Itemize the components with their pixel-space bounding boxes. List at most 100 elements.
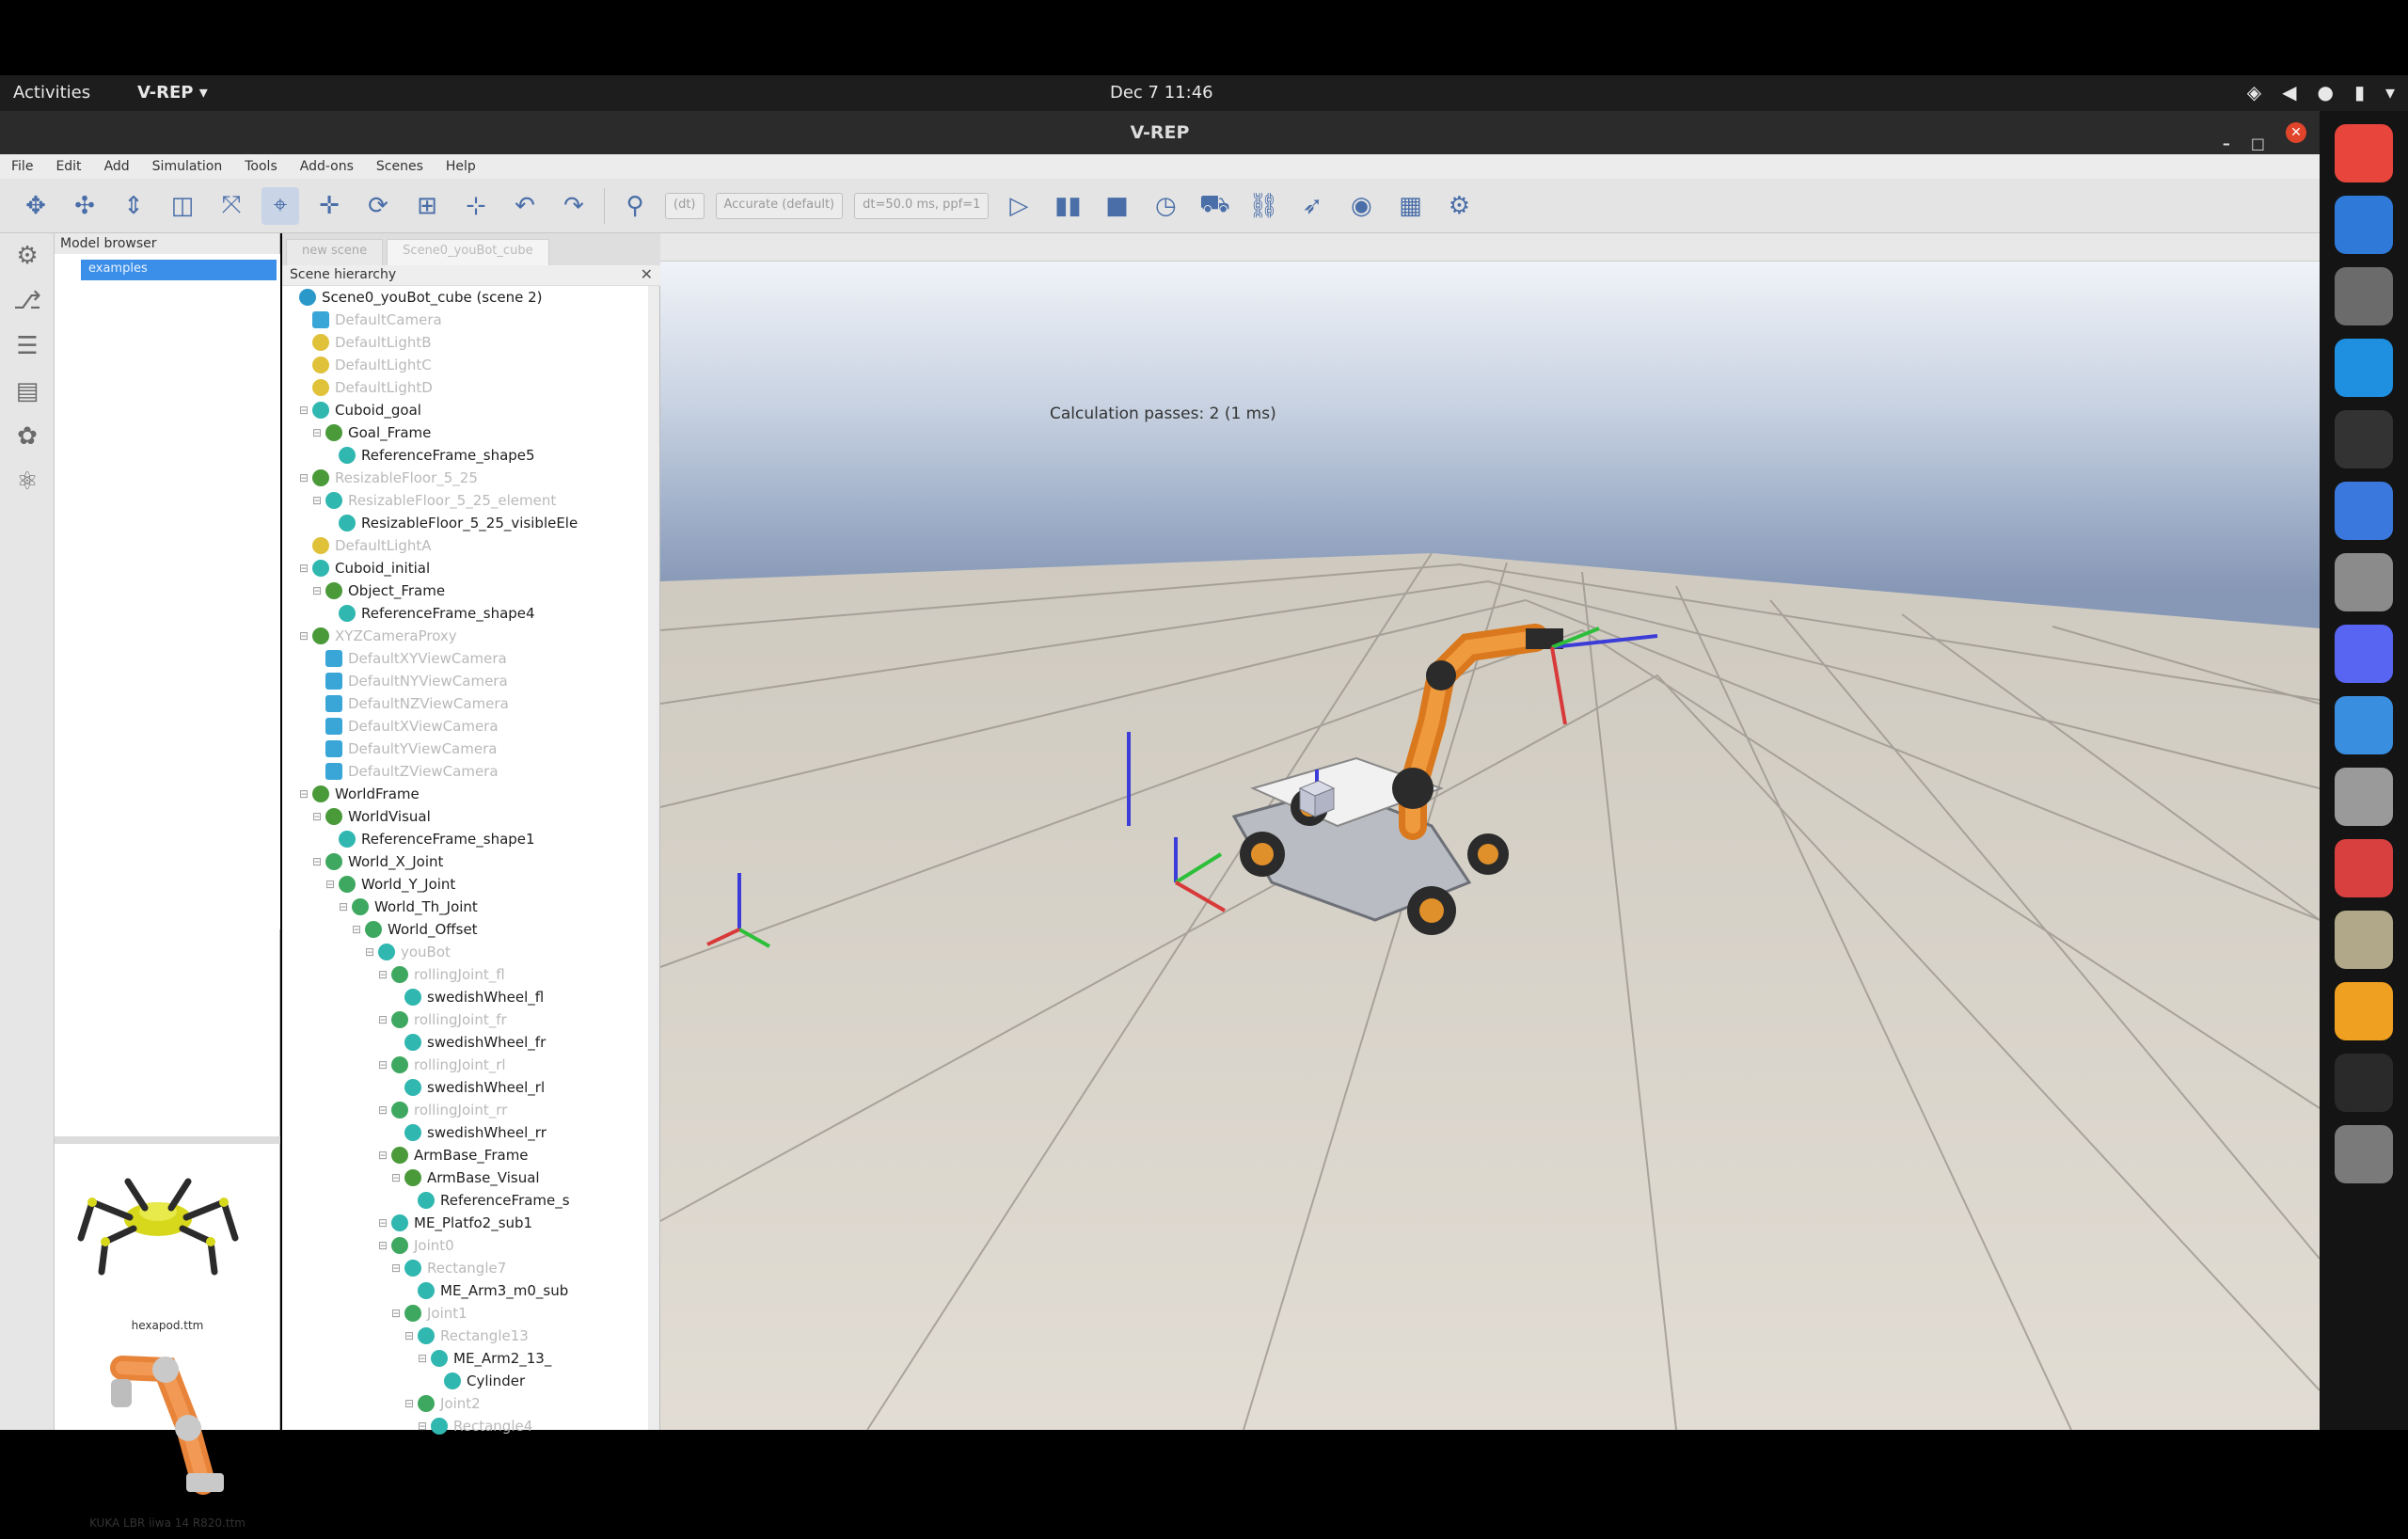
model-browser-icon[interactable]: ⎇ (0, 278, 55, 324)
tree-item[interactable]: ⊟ ME_Platfo2_sub1 (282, 1212, 660, 1234)
tree-item[interactable]: ⊟ rollingJoint_rl (282, 1054, 660, 1076)
menu-help[interactable]: Help (446, 154, 476, 179)
expand-toggle-icon[interactable]: ⊟ (312, 494, 325, 507)
close-button[interactable]: ✕ (2286, 122, 2306, 143)
settings-icon[interactable] (2335, 267, 2393, 325)
tree-item[interactable]: ⊟ Joint0 (282, 1234, 660, 1257)
tree-item[interactable]: ⊟ ME_Arm2_13_ (282, 1347, 660, 1370)
tree-item[interactable]: DefaultYViewCamera (282, 738, 660, 760)
tree-item[interactable]: ⊟ ResizableFloor_5_25_element (282, 489, 660, 512)
engine-settings-icon[interactable]: ⚲ (616, 187, 654, 225)
transfer-dna-icon[interactable]: ⊹ (457, 187, 495, 225)
tree-item[interactable]: ⊟ Joint2 (282, 1392, 660, 1415)
accuracy-select[interactable]: Accurate (default) (715, 192, 844, 219)
tree-item[interactable]: ⊟ ResizableFloor_5_25 (282, 467, 660, 489)
scene-properties-icon[interactable]: ⚙ (0, 233, 55, 278)
expand-toggle-icon[interactable]: ⊟ (325, 878, 339, 891)
system-tray[interactable]: ◈ ◀ ● ▮ ▾ (2247, 81, 2395, 103)
fit-view-icon[interactable]: ⤧ (213, 187, 250, 225)
model-folder-examples[interactable]: examples (81, 260, 277, 280)
expand-toggle-icon[interactable]: ⊟ (365, 945, 378, 959)
engine-select[interactable]: (dt) (665, 192, 705, 219)
model-browser-tree[interactable]: examples (55, 254, 280, 929)
tree-item[interactable]: ReferenceFrame_shape4 (282, 602, 660, 625)
search-icon[interactable] (2335, 768, 2393, 826)
discord-icon[interactable] (2335, 625, 2393, 683)
clock[interactable]: Dec 7 11:46 (1110, 83, 1213, 103)
expand-toggle-icon[interactable]: ⊟ (378, 1058, 391, 1071)
expand-toggle-icon[interactable]: ⊟ (378, 968, 391, 981)
tree-item[interactable]: ⊟ rollingJoint_rr (282, 1099, 660, 1121)
expand-toggle-icon[interactable]: ⊟ (299, 787, 312, 801)
stop-icon[interactable]: ■ (1098, 187, 1135, 225)
menu-scenes[interactable]: Scenes (376, 154, 423, 179)
tree-item[interactable]: DefaultZViewCamera (282, 760, 660, 783)
activities-button[interactable]: Activities (13, 83, 90, 103)
tree-item[interactable]: ⊟ XYZCameraProxy (282, 625, 660, 647)
redo-icon[interactable]: ↷ (555, 187, 593, 225)
expand-toggle-icon[interactable]: ⊟ (299, 471, 312, 484)
pause-icon[interactable]: ▮▮ (1049, 187, 1086, 225)
tree-item[interactable]: ⊟ WorldVisual (282, 805, 660, 828)
realtime-icon[interactable]: ◷ (1147, 187, 1184, 225)
tree-item[interactable]: DefaultNZViewCamera (282, 692, 660, 715)
tree-item[interactable]: ⊟ rollingJoint_fl (282, 963, 660, 986)
files-icon[interactable] (2335, 553, 2393, 611)
expand-toggle-icon[interactable]: ⊟ (352, 923, 365, 936)
expand-toggle-icon[interactable]: ⊟ (312, 426, 325, 439)
scene-tree[interactable]: Scene0_youBot_cube (scene 2) DefaultCamer… (282, 286, 660, 1437)
camera-shift-icon[interactable]: ⇕ (115, 187, 152, 225)
camera-pan-icon[interactable]: ✥ (17, 187, 55, 225)
drive-icon[interactable] (2335, 1125, 2393, 1183)
tree-item[interactable]: ReferenceFrame_shape5 (282, 444, 660, 467)
expand-toggle-icon[interactable]: ⊟ (378, 1013, 391, 1026)
expand-toggle-icon[interactable]: ⊟ (378, 1149, 391, 1162)
expand-toggle-icon[interactable]: ⊟ (404, 1329, 418, 1342)
menu-edit[interactable]: Edit (55, 154, 81, 179)
camera-rotate-icon[interactable]: ✣ (66, 187, 103, 225)
tree-item[interactable]: ⊟ World_Y_Joint (282, 873, 660, 896)
tree-item[interactable]: DefaultLightD (282, 376, 660, 399)
tab-new-scene[interactable]: new scene (286, 239, 384, 265)
menu-addons[interactable]: Add-ons (300, 154, 354, 179)
view-selector-icon[interactable]: ⚙ (1440, 187, 1478, 225)
tree-item[interactable]: ME_Arm3_m0_sub (282, 1279, 660, 1302)
expand-toggle-icon[interactable]: ⊟ (299, 404, 312, 417)
tree-item[interactable]: ⊟ World_Offset (282, 918, 660, 941)
calendar-icon[interactable] (2335, 839, 2393, 897)
tree-item[interactable]: DefaultLightA (282, 534, 660, 557)
terminal-icon[interactable] (2335, 410, 2393, 468)
expand-toggle-icon[interactable]: ⊟ (378, 1239, 391, 1252)
expand-toggle-icon[interactable]: ⊟ (404, 1397, 418, 1410)
tree-item[interactable]: ⊟ rollingJoint_fr (282, 1008, 660, 1031)
speed-icon[interactable]: ➶ (1293, 187, 1331, 225)
3d-viewport[interactable]: Calculation passes: 2 (1 ms) (660, 262, 2320, 1430)
tree-item[interactable]: ⊟ Cuboid_goal (282, 399, 660, 421)
expand-toggle-icon[interactable]: ⊟ (418, 1352, 431, 1365)
tree-item[interactable]: swedishWheel_rl (282, 1076, 660, 1099)
expand-toggle-icon[interactable]: ⊟ (418, 1420, 431, 1433)
menu-file[interactable]: File (11, 154, 33, 179)
expand-toggle-icon[interactable]: ⊟ (312, 810, 325, 823)
expand-toggle-icon[interactable]: ⊟ (391, 1307, 404, 1320)
scene-hierarchy-icon[interactable]: ☰ (0, 324, 55, 369)
app-menu[interactable]: V-REP ▾ (137, 83, 208, 103)
tree-item[interactable]: ResizableFloor_5_25_visibleEle (282, 512, 660, 534)
expand-toggle-icon[interactable]: ⊟ (391, 1261, 404, 1275)
tree-item[interactable]: ReferenceFrame_s (282, 1189, 660, 1212)
model-thumb-hexapod[interactable]: hexapod.ttm (55, 1144, 280, 1341)
vehicle-icon[interactable]: ⛟ (1196, 187, 1233, 225)
tree-item[interactable]: Cylinder (282, 1370, 660, 1392)
tree-item[interactable]: swedishWheel_rr (282, 1121, 660, 1144)
tree-item[interactable]: ⊟ Joint1 (282, 1302, 660, 1325)
tree-item[interactable]: DefaultXYViewCamera (282, 647, 660, 670)
tree-item[interactable]: ⊟ Object_Frame (282, 579, 660, 602)
layers-icon[interactable]: ▤ (0, 369, 55, 414)
chrome-icon[interactable] (2335, 124, 2393, 182)
tree-item[interactable]: ⊟ Goal_Frame (282, 421, 660, 444)
expand-toggle-icon[interactable]: ⊟ (339, 900, 352, 913)
tree-item[interactable]: ⊟ World_X_Joint (282, 850, 660, 873)
tree-item[interactable]: ⊟ Rectangle4 (282, 1415, 660, 1437)
editor-icon[interactable] (2335, 696, 2393, 754)
visualization-icon[interactable]: ◉ (1342, 187, 1380, 225)
